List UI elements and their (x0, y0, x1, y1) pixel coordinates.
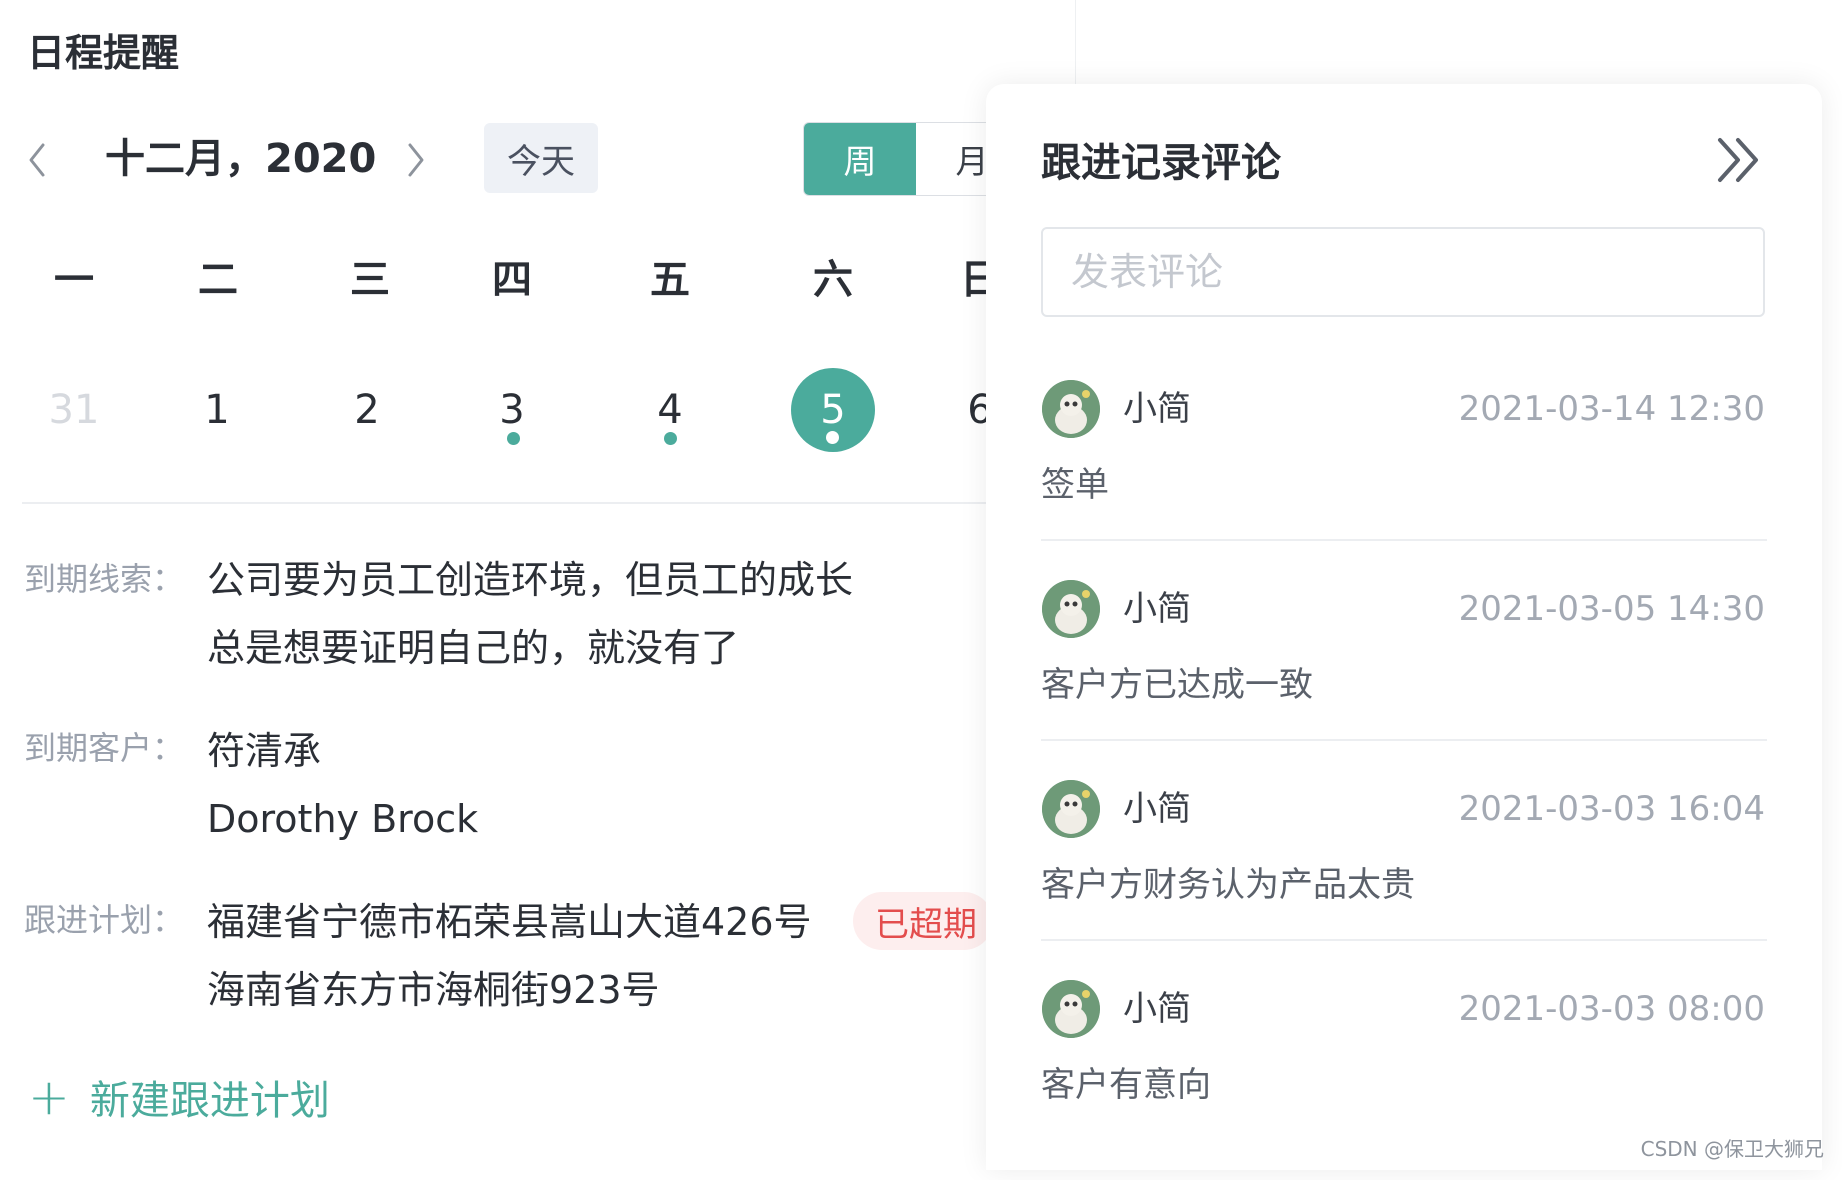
comment-text: 客户方已达成一致 (1041, 665, 1313, 705)
comment-item: 小简 2021-03-05 14:30 客户方已达成一致 (1041, 580, 1767, 780)
divider (22, 502, 1022, 504)
month-label: 十二月，2020 (105, 136, 377, 182)
double-chevron-right-icon (1718, 138, 1758, 182)
collapse-drawer-button[interactable] (1714, 132, 1764, 188)
comment-input[interactable] (1041, 227, 1765, 317)
comment-author: 小简 (1123, 789, 1191, 829)
comments-drawer: 跟进记录评论 小简 2021-03-14 12:30 签单 (986, 84, 1822, 1170)
event-dot (507, 432, 520, 445)
divider (1041, 739, 1767, 741)
comment-item: 小简 2021-03-14 12:30 签单 (1041, 380, 1767, 580)
new-follow-plan-button[interactable]: + 新建跟进计划 (28, 1068, 330, 1126)
comment-time: 2021-03-03 08:00 (1458, 989, 1765, 1029)
avatar (1042, 780, 1100, 838)
comment-author: 小简 (1123, 589, 1191, 629)
event-dot (664, 432, 677, 445)
prev-month-button[interactable] (17, 132, 57, 188)
day-cell[interactable]: 31 (32, 368, 116, 452)
comment-text: 签单 (1041, 465, 1109, 505)
event-dot (826, 431, 839, 444)
chevron-right-icon (408, 143, 424, 177)
avatar (1042, 580, 1100, 638)
weekday-tue: 二 (198, 257, 238, 303)
weekday-sat: 六 (813, 257, 853, 303)
comment-text: 客户有意向 (1041, 1065, 1211, 1105)
avatar (1042, 980, 1100, 1038)
today-button[interactable]: 今天 (484, 123, 598, 193)
chevron-left-icon (29, 143, 45, 177)
drawer-title: 跟进记录评论 (1041, 140, 1281, 186)
divider (1041, 939, 1767, 941)
plan-item[interactable]: 福建省宁德市柘荣县嵩山大道426号 (207, 888, 812, 956)
comment-text: 客户方财务认为产品太贵 (1041, 865, 1415, 905)
comment-time: 2021-03-05 14:30 (1458, 589, 1765, 629)
weekday-mon: 一 (54, 257, 94, 303)
day-cell[interactable]: 2 (325, 368, 409, 452)
due-clue-line-1: 公司要为员工创造环境，但员工的成长 (207, 558, 854, 602)
schedule-panel: 日程提醒 十二月，2020 今天 周 月 一 二 三 四 五 六 日 31 1 … (0, 0, 1076, 1170)
tab-week[interactable]: 周 (804, 123, 916, 195)
next-month-button[interactable] (396, 132, 436, 188)
avatar (1042, 380, 1100, 438)
schedule-title: 日程提醒 (27, 31, 180, 75)
plus-icon: + (28, 1068, 70, 1126)
comment-item: 小简 2021-03-03 16:04 客户方财务认为产品太贵 (1041, 780, 1767, 980)
plan-item[interactable]: 海南省东方市海桐街923号 (207, 956, 660, 1024)
watermark: CSDN @保卫大狮兄 (1640, 1137, 1824, 1161)
weekday-fri: 五 (650, 257, 690, 303)
customer-link[interactable]: Dorothy Brock (207, 785, 478, 853)
due-clue-line-2: 总是想要证明自己的，就没有了 (207, 626, 740, 670)
follow-plan-label: 跟进计划： (24, 901, 185, 939)
day-cell[interactable]: 1 (175, 368, 259, 452)
comment-author: 小简 (1123, 389, 1191, 429)
new-plan-label: 新建跟进计划 (89, 1078, 330, 1124)
overdue-badge: 已超期 (853, 892, 993, 950)
due-clue-label: 到期线索： (24, 560, 185, 598)
comment-author: 小简 (1123, 989, 1191, 1029)
weekday-thu: 四 (492, 257, 532, 303)
due-customer-label: 到期客户： (24, 729, 185, 767)
customer-link[interactable]: 符清承 (207, 717, 321, 785)
comment-time: 2021-03-14 12:30 (1458, 389, 1765, 429)
comment-time: 2021-03-03 16:04 (1458, 789, 1765, 829)
weekday-wed: 三 (350, 257, 390, 303)
divider (1041, 539, 1767, 541)
